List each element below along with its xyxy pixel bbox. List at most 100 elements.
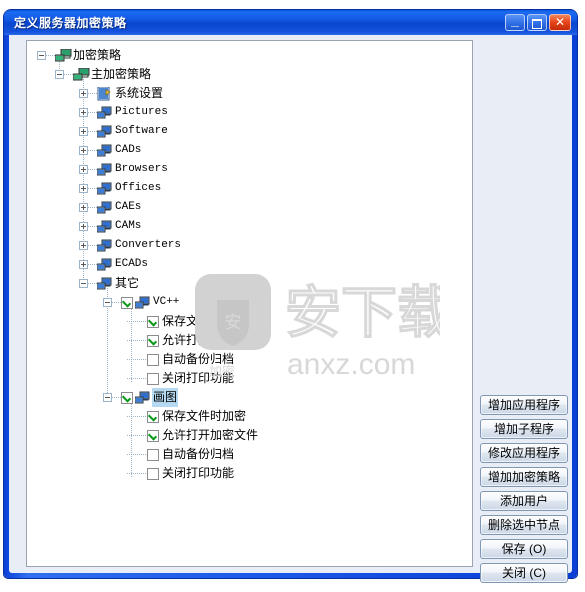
computer-icon [97,239,113,253]
tree-expander-minus-icon[interactable] [103,298,112,307]
tree-node-label: Software [115,125,168,137]
tree-node[interactable]: 其它 [27,274,140,293]
maximize-button[interactable] [527,14,547,31]
tree-expander-plus-icon[interactable] [79,241,88,250]
minimize-button[interactable]: _ [505,13,525,31]
edit-application-button[interactable]: 修改应用程序 [480,443,568,463]
title-bar[interactable]: 定义服务器加密策略 _ ✕ [4,10,577,35]
tree-expander-minus-icon[interactable] [55,70,64,79]
tree-node-label: 系统设置 [115,86,164,100]
tree-node-checkbox[interactable] [147,316,159,328]
tree-connector-line [127,378,147,379]
tree-connector-line [64,74,73,75]
tree-node[interactable]: 允许打开加密文件 [27,426,259,445]
window-title: 定义服务器加密策略 [14,16,127,30]
tree-node[interactable]: 关闭打印功能 [27,369,235,388]
computer-icon [97,182,113,196]
tree-node-checkbox[interactable] [147,411,159,423]
computer-icon [97,144,113,158]
tree-node-checkbox[interactable] [147,373,159,385]
tree-node[interactable]: Browsers [27,160,169,179]
add-subprogram-button[interactable]: 增加子程序 [480,419,568,439]
computer-icon [97,201,113,215]
tree-connector-line [88,226,97,227]
tree-node[interactable]: 主加密策略 [27,65,152,84]
tree-node[interactable]: Converters [27,236,182,255]
tree-expander-plus-icon[interactable] [79,127,88,136]
tree-node-label: 关闭打印功能 [162,371,235,385]
tree-node-label: CAMs [115,220,142,232]
tree-expander-plus-icon[interactable] [79,260,88,269]
tree-expander-plus-icon[interactable] [79,203,88,212]
tree-node[interactable]: Offices [27,179,162,198]
close-window-button[interactable]: ✕ [549,14,571,31]
tree-node[interactable]: 自动备份归档 [27,445,235,464]
close-button[interactable]: 关闭 (C) [480,563,568,583]
delete-selected-node-button[interactable]: 删除选中节点 [480,515,568,535]
tree-connector-line [88,245,97,246]
policy-tree-panel[interactable]: 加密策略 主加密策略系统设置 Pictures Software CADs Browser… [26,40,473,567]
tree-node-checkbox[interactable] [147,449,159,461]
tree-node[interactable]: 保存文件时加密 [27,312,247,331]
tree-expander-plus-icon[interactable] [79,146,88,155]
tree-node-checkbox[interactable] [147,335,159,347]
tree-node-checkbox[interactable] [121,297,133,309]
tree-node[interactable]: VC++ [27,293,180,312]
settings-icon [97,87,113,101]
policy-icon [55,49,72,63]
tree-expander-minus-icon[interactable] [79,279,88,288]
tree-expander-plus-icon[interactable] [79,89,88,98]
tree-node-checkbox[interactable] [147,468,159,480]
tree-node[interactable]: 关闭打印功能 [27,464,235,483]
tree-node[interactable]: CAMs [27,217,142,236]
close-icon: ✕ [554,15,566,29]
tree-node[interactable]: 允许打开加密文件 [27,331,259,350]
tree-node[interactable]: 画图 [27,388,179,407]
tree-expander-plus-icon[interactable] [79,108,88,117]
add-encryption-policy-button[interactable]: 增加加密策略 [480,467,568,487]
dialog-client-area: 加密策略 主加密策略系统设置 Pictures Software CADs Browser… [9,35,572,583]
computer-icon [97,220,113,234]
tree-node-label: Converters [115,239,182,251]
tree-node-label: Offices [115,182,162,194]
tree-expander-minus-icon[interactable] [103,393,112,402]
add-application-button[interactable]: 增加应用程序 [480,395,568,415]
tree-node[interactable]: 系统设置 [27,84,164,103]
tree-node[interactable]: CADs [27,141,142,160]
tree-node[interactable]: CAEs [27,198,142,217]
tree-node[interactable]: 自动备份归档 [27,350,235,369]
tree-node[interactable]: Pictures [27,103,169,122]
tree-node-checkbox[interactable] [147,430,159,442]
tree-node-label: 其它 [115,276,140,290]
tree-connector-line [88,150,97,151]
tree-node-checkbox[interactable] [147,354,159,366]
tree-expander-minus-icon[interactable] [37,51,46,60]
tree-expander-plus-icon[interactable] [79,165,88,174]
tree-connector-line [88,283,97,284]
tree-node[interactable]: ECADs [27,255,149,274]
tree-node[interactable]: 保存文件时加密 [27,407,247,426]
tree-node-checkbox[interactable] [121,392,133,404]
tree-expander-plus-icon[interactable] [79,184,88,193]
add-user-button[interactable]: 添加用户 [480,491,568,511]
tree-node-label: 画图 [152,388,179,407]
tree-node[interactable]: 加密策略 [27,46,122,65]
tree-connector-line [127,359,147,360]
save-button[interactable]: 保存 (O) [480,539,568,559]
tree-expander-plus-icon[interactable] [79,222,88,231]
tree-connector-line [88,93,97,94]
tree-connector-line [88,112,97,113]
tree-node[interactable]: Software [27,122,169,141]
tree-connector-line [127,416,147,417]
